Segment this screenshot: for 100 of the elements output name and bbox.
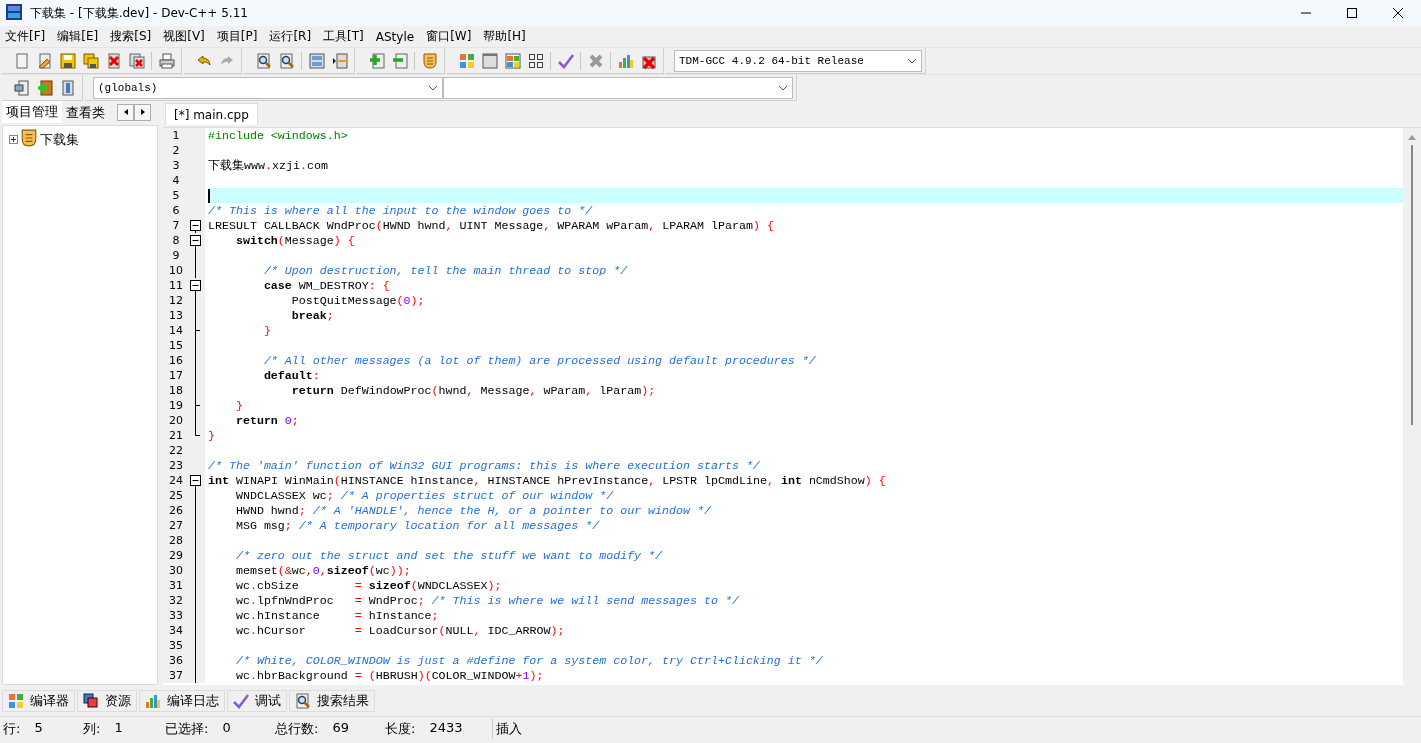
caret-icon: [428, 84, 438, 91]
code-line: MSG msg; /* A temporary location for all messages */: [234, 518, 600, 533]
tree-item[interactable]: 下载集: [40, 130, 79, 149]
caret-icon: [778, 84, 788, 91]
code-line: LRESULT CALLBACK WndProc(HWND hwnd, UINT Message, WPARAM wParam, LPARAM lParam) {: [208, 218, 774, 233]
status-value: 0: [222, 719, 231, 737]
code-line: case WM_DESTROY: {: [262, 278, 390, 293]
windows-icon: [83, 693, 99, 709]
file-tab[interactable]: [*] main.cpp: [165, 103, 258, 125]
line-number: 31: [168, 578, 184, 593]
line-number: 2: [171, 143, 181, 158]
status-value: 2433: [429, 719, 463, 737]
code-line: break;: [290, 308, 334, 323]
line-number: 11: [168, 278, 184, 293]
scroll-right-button[interactable]: [134, 103, 151, 121]
search-icon: [295, 693, 311, 709]
status-label: 插入: [496, 719, 522, 738]
scroll-left-button[interactable]: [117, 103, 134, 121]
code-line: return 0;: [234, 413, 299, 428]
window-icon: [308, 52, 325, 69]
panel-tab[interactable]: 调试: [227, 690, 287, 712]
project-icon: [20, 129, 38, 147]
cross-icon: [587, 52, 604, 69]
checkmark-icon: [557, 52, 574, 69]
code-line: wc.hInstance = hInstance;: [234, 608, 439, 623]
panel-tab[interactable]: 编译器: [2, 690, 75, 712]
shield-icon: [421, 52, 438, 69]
menu-item[interactable]: 项目[P]: [213, 28, 261, 45]
menu-item[interactable]: 视图[V]: [160, 28, 208, 45]
menu-item[interactable]: 帮助[H]: [480, 28, 529, 45]
line-number: 4: [171, 173, 181, 188]
menu-item[interactable]: 搜索[S]: [107, 28, 155, 45]
code-line: WNDCLASSEX wc; /* A properties struct of our window */: [234, 488, 614, 503]
line-number: 6: [171, 203, 181, 218]
menu-item[interactable]: 编辑[E]: [54, 28, 102, 45]
line-number: 29: [168, 548, 184, 563]
menu-item[interactable]: AStyle: [372, 29, 418, 44]
fold-toggle-icon[interactable]: [190, 278, 201, 293]
status-label: 长度:: [385, 719, 416, 738]
menu-item[interactable]: 文件[F]: [2, 28, 49, 45]
code-line: /* This is where all the input to the window goes to */: [208, 203, 593, 218]
menu-item[interactable]: 工具[T]: [320, 28, 367, 45]
line-number: 21: [168, 428, 184, 443]
compiler-dropdown[interactable]: TDM-GCC 4.9.2 64-bit Release: [674, 49, 922, 72]
code-line: wc.lpfnWndProc = WndProc; /* This is where we will send messages to */: [234, 593, 739, 608]
fold-toggle-icon[interactable]: [190, 218, 201, 233]
code-line: /* White, COLOR_WINDOW is just a #define for a system color, try Ctrl+Clicking it */: [234, 653, 823, 668]
fold-toggle-icon[interactable]: [190, 233, 201, 248]
code-line: }: [262, 323, 271, 338]
panel-tab[interactable]: 编译日志: [139, 690, 225, 712]
code-line: /* The 'main' function of Win32 GUI programs: this is where execution starts */: [208, 458, 760, 473]
grid-icon: [458, 52, 475, 69]
line-number: 37: [168, 668, 184, 683]
code-line: switch(Message) {: [234, 233, 355, 248]
pencil-page-icon: [36, 52, 53, 69]
floppy-disks-icon: [82, 52, 99, 69]
line-number: 27: [168, 518, 184, 533]
checkmark-icon: [233, 693, 249, 709]
fold-end-icon: [195, 398, 200, 413]
code-line: }: [208, 428, 215, 443]
menu-item[interactable]: 运行[R]: [266, 28, 315, 45]
line-number: 24: [168, 473, 184, 488]
line-number: 14: [168, 323, 184, 338]
line-number: 1: [171, 128, 181, 143]
vertical-scrollbar[interactable]: [1403, 128, 1421, 685]
grid-icon: [8, 693, 24, 709]
code-line: }: [234, 398, 243, 413]
right-triangle-icon: [140, 109, 145, 115]
printer-icon: [158, 52, 175, 69]
line-number: 33: [168, 608, 184, 623]
line-number: 23: [168, 458, 184, 473]
line-number: 26: [168, 503, 184, 518]
fold-toggle-icon[interactable]: [190, 473, 201, 488]
line-number: 13: [168, 308, 184, 323]
status-label: 已选择:: [165, 719, 209, 738]
page-minus-icon: [391, 52, 408, 69]
panel-tab[interactable]: 项目管理: [2, 101, 62, 123]
line-number: 10: [168, 263, 184, 278]
code-line: /* All other messages (a lot of them) are processed using default procedures */: [262, 353, 816, 368]
expand-icon[interactable]: [9, 135, 18, 144]
magnifier-icon: [255, 52, 272, 69]
close-icon: [1392, 7, 1404, 19]
code-line: wc.hbrBackground = (HBRUSH)(COLOR_WINDOW+1);: [234, 668, 544, 683]
code-line: return DefWindowProc(hwnd, Message, wParam, lParam);: [290, 383, 656, 398]
app-icon: [6, 3, 22, 20]
panel-tab[interactable]: 资源: [77, 690, 137, 712]
panel-tab[interactable]: 搜索结果: [289, 690, 375, 712]
menu-item[interactable]: 窗口[W]: [423, 28, 475, 45]
scope-dropdown[interactable]: (globals): [93, 76, 443, 99]
line-number: 7: [171, 218, 181, 233]
code-line: default:: [262, 368, 320, 383]
text-caret: [208, 188, 210, 203]
code-line: HWND hwnd; /* A 'HANDLE', hence the H, or a pointer to our window */: [234, 503, 711, 518]
status-value: 5: [34, 719, 43, 737]
window-icon: [13, 79, 30, 96]
code-line: #include <windows.h>: [208, 128, 348, 143]
line-number: 17: [168, 368, 184, 383]
status-label: 总行数:: [275, 719, 319, 738]
magnifier-icon: [278, 52, 295, 69]
fold-end-icon: [195, 323, 200, 338]
